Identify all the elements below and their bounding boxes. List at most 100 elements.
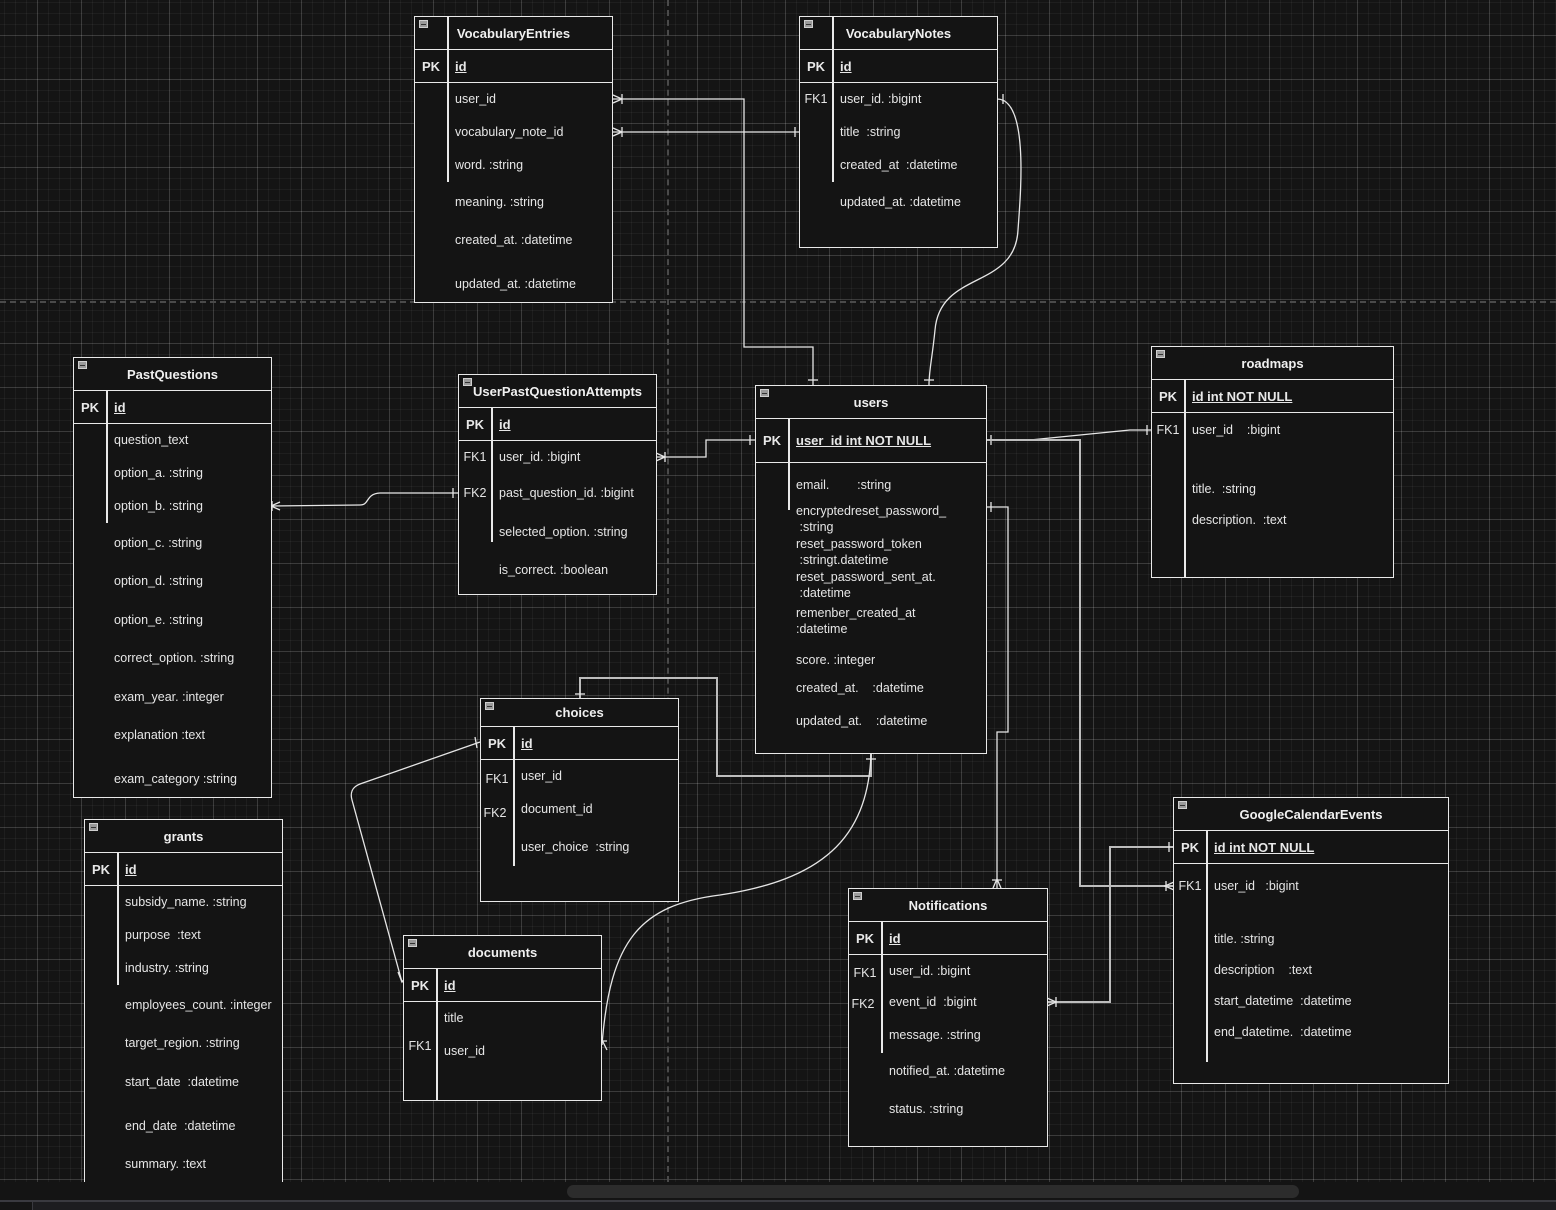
attribute[interactable]: :datetime [796,621,847,637]
entity-title[interactable]: VocabularyEntries [415,17,612,50]
entity-documents[interactable]: documents PK id FK1 title user_id [403,935,602,1101]
collapse-icon[interactable] [408,939,417,947]
entity-choices[interactable]: choices PK id FK1 FK2 user_id document_i… [480,698,679,902]
entity-users[interactable]: users PK user_id int NOT NULL email. :st… [755,385,987,754]
edge-users-roadmaps[interactable] [986,425,1152,445]
attribute[interactable]: created_at :datetime [840,157,957,173]
horizontal-scrollbar[interactable] [0,1182,1556,1200]
attribute[interactable]: employees_count. :integer [125,997,272,1013]
entity-past-questions[interactable]: PastQuestions PK id question_text option… [73,357,272,798]
entity-title[interactable]: Notifications [849,889,1047,922]
attribute[interactable]: title :string [840,124,900,140]
attribute[interactable]: selected_option. :string [499,524,628,540]
attribute[interactable]: message. :string [889,1027,981,1043]
attribute[interactable]: :datetime [796,585,850,601]
entity-title[interactable]: roadmaps [1152,347,1393,380]
attribute[interactable]: user_choice :string [521,839,629,855]
primary-key-row[interactable]: PK id int NOT NULL [1152,380,1393,413]
attribute[interactable]: question_text [114,432,188,448]
collapse-icon[interactable] [804,20,813,28]
attribute[interactable]: document_id [521,801,593,817]
attribute[interactable]: option_a. :string [114,465,203,481]
attribute[interactable]: score. :integer [796,652,875,668]
attribute[interactable]: start_datetime :datetime [1214,993,1352,1009]
edge-users-attempts[interactable] [655,435,756,462]
attribute[interactable]: status. :string [889,1101,963,1117]
attribute[interactable]: correct_option. :string [114,650,234,666]
collapse-icon[interactable] [853,892,862,900]
collapse-icon[interactable] [78,361,87,369]
collapse-icon[interactable] [760,389,769,397]
entity-google-calendar-events[interactable]: GoogleCalendarEvents PK id int NOT NULL … [1173,797,1449,1084]
attribute[interactable]: updated_at. :datetime [796,713,927,729]
attribute[interactable]: description. :text [1192,512,1287,528]
entity-vocabulary-notes[interactable]: VocabularyNotes PK id FK1 user_id. :bigi… [799,16,998,248]
entity-user-past-question-attempts[interactable]: UserPastQuestionAttempts PK id FK1 FK2 u… [458,374,657,595]
collapse-icon[interactable] [485,702,494,710]
primary-key-row[interactable]: PK id [800,50,997,83]
attribute[interactable]: notified_at. :datetime [889,1063,1005,1079]
attribute[interactable]: event_id :bigint [889,994,977,1010]
attribute[interactable]: :string [796,519,833,535]
edge-vocabulary-notes-vocabulary-entries[interactable] [612,127,799,137]
edge-users-notifications[interactable] [986,502,1009,889]
entity-title[interactable]: users [756,386,986,419]
edge-users-calendar-events[interactable] [986,439,1175,891]
attribute[interactable]: email. :string [796,477,891,493]
entity-title[interactable]: choices [481,699,678,727]
attribute[interactable]: user_id. :bigint [499,449,580,465]
attribute[interactable]: user_id [455,91,496,107]
attribute[interactable]: description :text [1214,962,1312,978]
attribute[interactable]: option_c. :string [114,535,202,551]
attribute[interactable]: user_id :bigint [1214,878,1299,894]
primary-key-row[interactable]: PK id int NOT NULL [1174,831,1448,864]
entity-title[interactable]: PastQuestions [74,358,271,391]
attribute[interactable]: remenber_created_at [796,605,916,621]
attribute[interactable]: explanation :text [114,727,205,743]
attribute[interactable]: option_d. :string [114,573,203,589]
attribute[interactable]: word. :string [455,157,523,173]
attribute[interactable]: reset_password_token [796,536,922,552]
attribute[interactable]: meaning. :string [455,194,544,210]
attribute[interactable]: purpose :text [125,927,201,943]
attribute[interactable]: user_id. :bigint [889,963,970,979]
attribute[interactable]: exam_category :string [114,771,237,787]
entity-title[interactable]: UserPastQuestionAttempts [459,375,656,408]
primary-key-row[interactable]: PK id [404,969,601,1002]
edge-past-questions-attempts[interactable] [269,488,458,511]
attribute[interactable]: title [444,1010,463,1026]
entity-vocabulary-entries[interactable]: VocabularyEntries PK id user_id vocabula… [414,16,613,303]
attribute[interactable]: summary. :text [125,1156,206,1172]
scrollbar-thumb[interactable] [567,1185,1299,1198]
collapse-icon[interactable] [463,378,472,386]
entity-title[interactable]: documents [404,936,601,969]
collapse-icon[interactable] [1156,350,1165,358]
primary-key-row[interactable]: PK id [74,391,271,424]
attribute[interactable]: subsidy_name. :string [125,894,247,910]
attribute[interactable]: updated_at. :datetime [455,276,576,292]
collapse-icon[interactable] [89,823,98,831]
attribute[interactable]: vocabulary_note_id [455,124,563,140]
attribute[interactable]: updated_at. :datetime [840,194,961,210]
diagram-canvas[interactable]: VocabularyEntries PK id user_id vocabula… [0,0,1556,1182]
attribute[interactable]: past_question_id. :bigint [499,485,634,501]
attribute[interactable]: industry. :string [125,960,209,976]
attribute[interactable]: start_date :datetime [125,1074,239,1090]
primary-key-row[interactable]: PK id [85,853,282,886]
attribute[interactable]: end_date :datetime [125,1118,236,1134]
attribute[interactable]: target_region. :string [125,1035,240,1051]
collapse-icon[interactable] [419,20,428,28]
attribute[interactable]: user_id. :bigint [840,91,921,107]
attribute[interactable]: end_datetime. :datetime [1214,1024,1352,1040]
attribute[interactable]: title. :string [1192,481,1256,497]
attribute[interactable]: user_id [444,1043,485,1059]
attribute[interactable]: user_id [521,768,562,784]
attribute[interactable]: option_e. :string [114,612,203,628]
attribute[interactable]: option_b. :string [114,498,203,514]
attribute[interactable]: created_at. :datetime [796,680,924,696]
attribute[interactable]: user_id :bigint [1192,422,1280,438]
attribute[interactable]: title. :string [1214,931,1274,947]
entity-title[interactable]: GoogleCalendarEvents [1174,798,1448,831]
attribute[interactable]: reset_password_sent_at. [796,569,936,585]
attribute[interactable]: created_at. :datetime [455,232,572,248]
